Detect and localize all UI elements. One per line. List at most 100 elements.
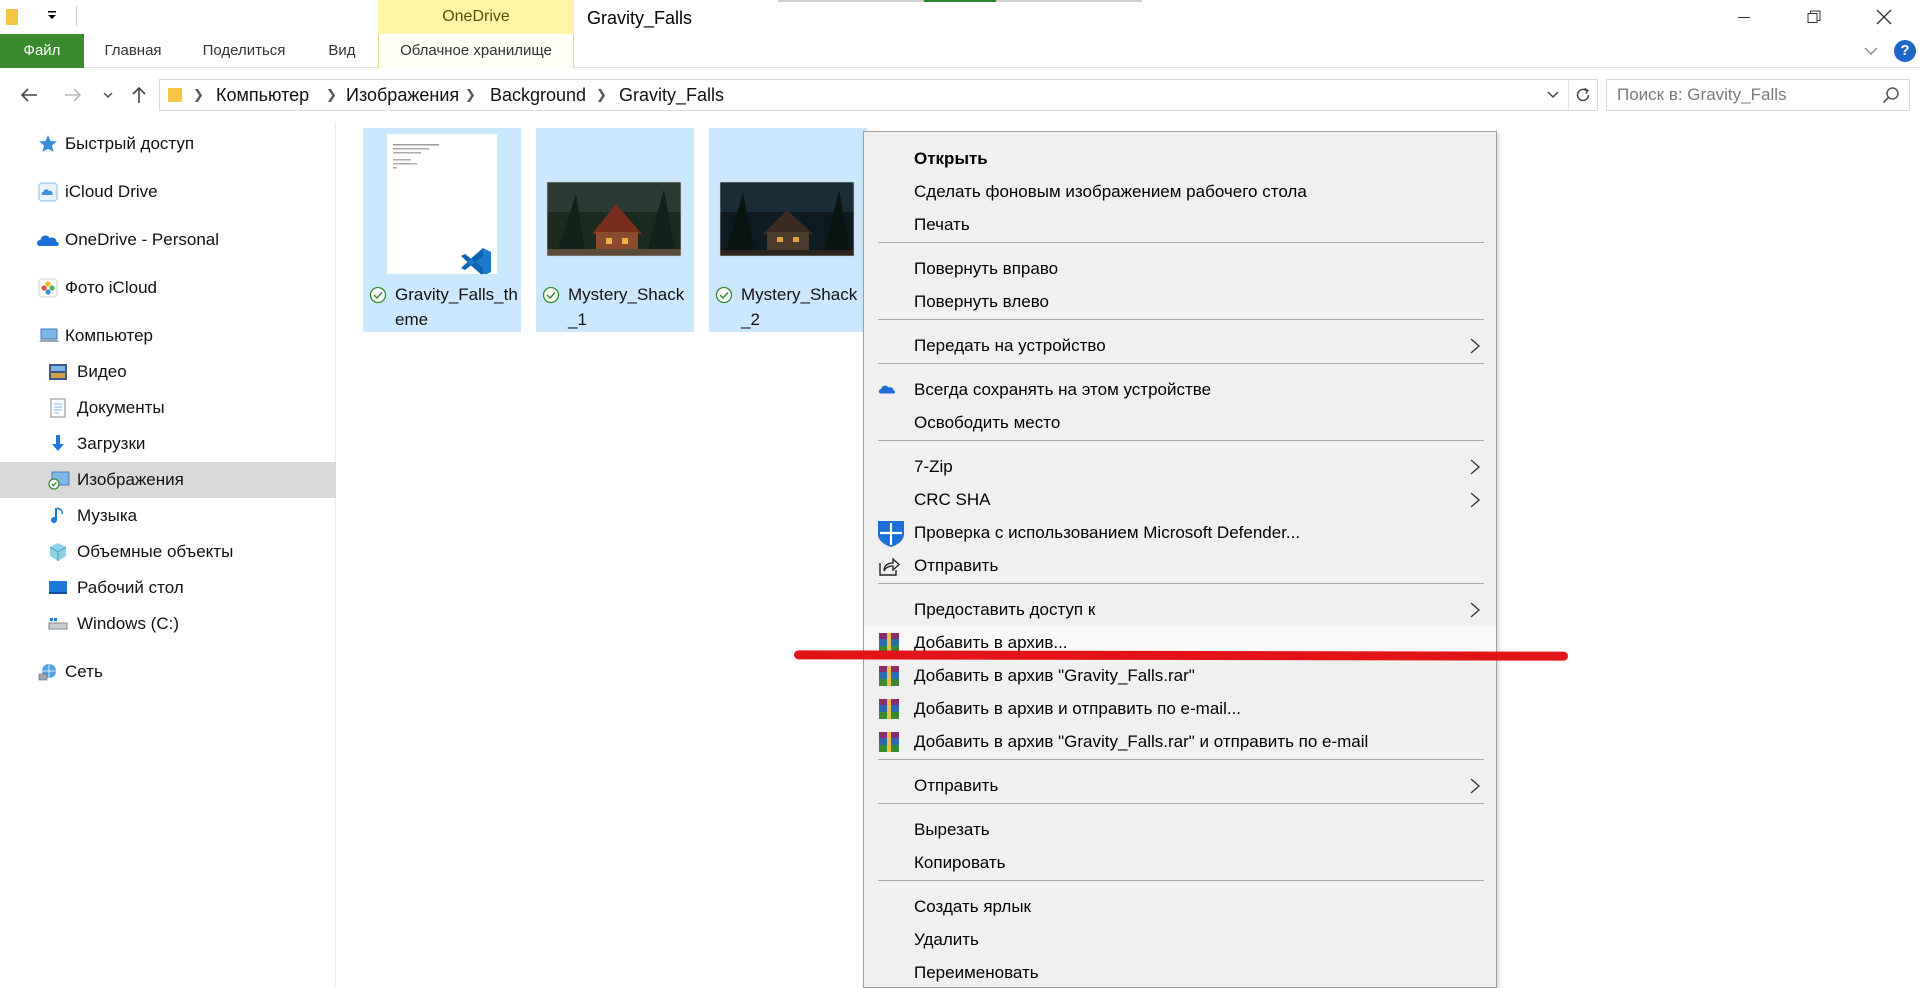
menu-item-rotate-right[interactable]: Повернуть вправо <box>864 252 1496 285</box>
menu-item-free-up-space[interactable]: Освободить место <box>864 406 1496 439</box>
menu-item-add-to-archive-and-email[interactable]: Добавить в архив и отправить по e-mail..… <box>864 692 1496 725</box>
tab-home[interactable]: Главная <box>94 34 172 68</box>
nav-item-label: iCloud Drive <box>65 182 158 201</box>
address-bar[interactable]: ❯ Компьютер ❯ Изображения ❯ Background ❯… <box>159 79 1598 111</box>
menu-separator <box>878 319 1484 320</box>
menu-item-set-desktop-background[interactable]: Сделать фоновым изображением рабочего ст… <box>864 175 1496 208</box>
menu-item-label: Вырезать <box>914 820 990 839</box>
menu-item-label: Освободить место <box>914 413 1061 432</box>
documents-folder-icon <box>50 398 66 418</box>
menu-item-label: Удалить <box>914 930 979 949</box>
menu-item-cast-to-device[interactable]: Передать на устройство <box>864 329 1496 362</box>
menu-item-crc-sha[interactable]: CRC SHA <box>864 483 1496 516</box>
chevron-down-icon <box>103 92 113 98</box>
tab-view[interactable]: Вид <box>316 34 368 68</box>
file-item[interactable]: Mystery_Shack_2 <box>709 128 867 332</box>
menu-item-add-to-rar[interactable]: Добавить в архив "Gravity_Falls.rar" <box>864 659 1496 692</box>
breadcrumb-computer[interactable]: Компьютер <box>216 80 309 110</box>
arrow-left-icon <box>20 88 37 102</box>
nav-item-music[interactable]: Музыка <box>0 498 336 534</box>
vscode-theme-thumbnail <box>387 134 497 274</box>
chevron-down-icon <box>1547 91 1559 99</box>
tab-file[interactable]: Файл <box>0 34 84 68</box>
arrow-up-icon <box>132 86 146 103</box>
nav-item-windows-c[interactable]: Windows (C:) <box>0 606 336 642</box>
close-button[interactable] <box>1849 0 1919 34</box>
address-history-dropdown[interactable] <box>1542 80 1564 110</box>
file-item[interactable]: Gravity_Falls_theme <box>363 128 521 332</box>
recent-locations-button[interactable] <box>98 81 118 109</box>
submenu-chevron-right-icon <box>1470 459 1480 475</box>
nav-item-pictures[interactable]: Изображения <box>0 462 336 498</box>
menu-item-label: Добавить в архив и отправить по e-mail..… <box>914 699 1242 718</box>
nav-item-network[interactable]: Сеть <box>0 654 336 690</box>
breadcrumb-pictures[interactable]: Изображения <box>346 80 459 110</box>
menu-item-open[interactable]: Открыть <box>864 142 1496 175</box>
search-icon[interactable] <box>1881 85 1901 105</box>
refresh-button[interactable] <box>1568 80 1596 110</box>
search-input[interactable] <box>1617 80 1877 110</box>
menu-item-label: Добавить в архив "Gravity_Falls.rar" <box>914 666 1195 685</box>
nav-item-icloud-photos[interactable]: Фото iCloud <box>0 270 336 306</box>
title-accent-line <box>778 0 924 2</box>
menu-separator <box>878 363 1484 364</box>
up-button[interactable] <box>124 81 154 109</box>
menu-item-rename[interactable]: Переименовать <box>864 956 1496 988</box>
computer-icon <box>39 328 59 342</box>
nav-item-quick-access[interactable]: Быстрый доступ <box>0 126 336 162</box>
breadcrumb-background[interactable]: Background <box>490 80 586 110</box>
nav-item-onedrive[interactable]: OneDrive - Personal <box>0 222 336 258</box>
breadcrumb-gravity-falls[interactable]: Gravity_Falls <box>619 80 724 110</box>
file-item[interactable]: Mystery_Shack_1 <box>536 128 694 332</box>
menu-item-label: Открыть <box>914 149 988 168</box>
menu-item-label: Отправить <box>914 776 999 795</box>
breadcrumb-chevron-icon[interactable]: ❯ <box>596 80 607 110</box>
menu-item-7zip[interactable]: 7-Zip <box>864 450 1496 483</box>
tab-share[interactable]: Поделиться <box>190 34 298 68</box>
submenu-chevron-right-icon <box>1470 602 1480 618</box>
restore-button[interactable] <box>1779 0 1849 34</box>
minimize-button[interactable] <box>1709 0 1779 34</box>
nav-item-desktop[interactable]: Рабочий стол <box>0 570 336 606</box>
search-box[interactable] <box>1606 79 1910 111</box>
menu-item-print[interactable]: Печать <box>864 208 1496 241</box>
nav-item-computer[interactable]: Компьютер <box>0 318 336 354</box>
menu-item-label: Сделать фоновым изображением рабочего ст… <box>914 182 1307 201</box>
menu-item-cut[interactable]: Вырезать <box>864 813 1496 846</box>
refresh-icon <box>1576 87 1589 102</box>
tab-cloud-storage[interactable]: Облачное хранилище <box>378 34 574 68</box>
menu-item-share[interactable]: Отправить <box>864 549 1496 582</box>
nav-item-3d-objects[interactable]: Объемные объекты <box>0 534 336 570</box>
menu-item-send-to[interactable]: Отправить <box>864 769 1496 802</box>
menu-item-defender-scan[interactable]: Проверка с использованием Microsoft Defe… <box>864 516 1496 549</box>
breadcrumb-chevron-icon[interactable]: ❯ <box>326 80 337 110</box>
nav-item-label: Фото iCloud <box>65 278 157 297</box>
pictures-folder-icon <box>48 471 70 490</box>
share-icon <box>879 557 900 576</box>
menu-separator <box>878 880 1484 881</box>
nav-item-videos[interactable]: Видео <box>0 354 336 390</box>
menu-item-create-shortcut[interactable]: Создать ярлык <box>864 890 1496 923</box>
close-icon <box>1876 9 1892 25</box>
menu-item-label: Повернуть влево <box>914 292 1049 311</box>
nav-item-downloads[interactable]: Загрузки <box>0 426 336 462</box>
quick-access-toolbar-dropdown-icon[interactable] <box>42 8 62 28</box>
onedrive-cloud-icon <box>37 235 59 246</box>
winrar-icon <box>879 732 899 752</box>
menu-item-give-access-to[interactable]: Предоставить доступ к <box>864 593 1496 626</box>
menu-item-label: Проверка с использованием Microsoft Defe… <box>914 523 1301 542</box>
menu-item-copy[interactable]: Копировать <box>864 846 1496 879</box>
menu-item-rotate-left[interactable]: Повернуть влево <box>864 285 1496 318</box>
breadcrumb-chevron-icon[interactable]: ❯ <box>193 80 204 110</box>
breadcrumb-chevron-icon[interactable]: ❯ <box>465 80 476 110</box>
nav-item-icloud-drive[interactable]: iCloud Drive <box>0 174 336 210</box>
expand-ribbon-chevron-down-icon[interactable] <box>1862 42 1880 60</box>
forward-button[interactable] <box>58 81 88 109</box>
back-button[interactable] <box>14 81 44 109</box>
menu-item-add-to-rar-and-email[interactable]: Добавить в архив "Gravity_Falls.rar" и о… <box>864 725 1496 758</box>
nav-item-documents[interactable]: Документы <box>0 390 336 426</box>
menu-item-always-keep-on-device[interactable]: Всегда сохранять на этом устройстве <box>864 373 1496 406</box>
help-icon[interactable]: ? <box>1894 40 1916 62</box>
menu-item-delete[interactable]: Удалить <box>864 923 1496 956</box>
window-title: Gravity_Falls <box>587 8 693 28</box>
